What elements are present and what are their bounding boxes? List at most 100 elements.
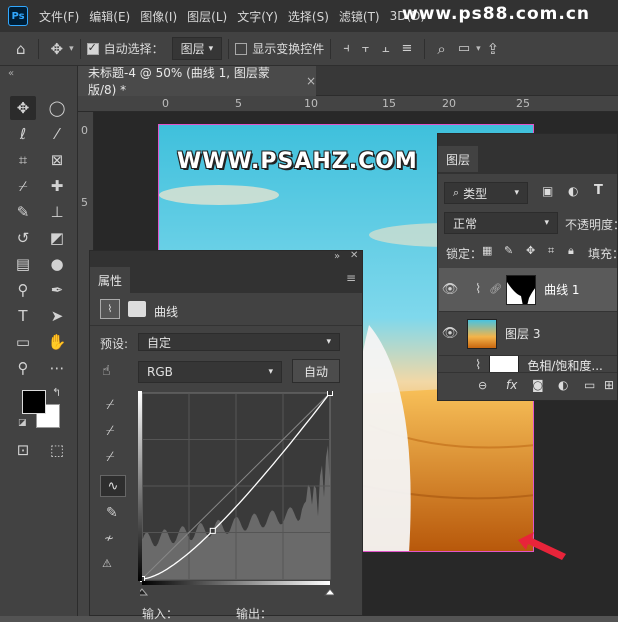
auto-select-dropdown[interactable]: 图层 ▾: [171, 37, 223, 60]
close-icon[interactable]: ✕: [350, 250, 358, 261]
eraser-tool-icon[interactable]: ◩: [44, 226, 70, 250]
menu-select[interactable]: 选择(S): [283, 8, 334, 25]
watermark-text: www.ps88.com.cn: [402, 4, 590, 24]
black-slider-handle[interactable]: [140, 588, 149, 596]
black-point-eyedropper-icon[interactable]: ⌿: [106, 397, 114, 413]
close-icon[interactable]: ×: [306, 74, 316, 88]
home-icon[interactable]: ⌂: [10, 40, 32, 58]
new-adjustment-icon[interactable]: ◐: [558, 378, 568, 392]
adjustment-filter-icon[interactable]: ◐: [568, 184, 578, 198]
options-bar: ⌂ ✥ ▾ 自动选择： 图层 ▾ 显示变换控件 ⫞ ⫟ ⫠ ≡ ⌕ ▭ ▾ ⇪: [0, 32, 618, 66]
preset-dropdown[interactable]: 自定 ▾: [138, 333, 340, 351]
gray-point-eyedropper-icon[interactable]: ⌿: [106, 423, 114, 439]
brush-tool-icon[interactable]: ✎: [10, 200, 36, 224]
curve-control-point[interactable]: [209, 527, 216, 534]
lock-artboard-icon[interactable]: ⌗: [548, 244, 554, 258]
pencil-tool-icon[interactable]: ✎: [106, 505, 118, 521]
layer-row[interactable]: 👁︎ ⌇ 🔗︎ 曲线 1: [439, 268, 617, 312]
rectangle-tool-icon[interactable]: ▭: [10, 330, 36, 354]
lock-all-icon[interactable]: 🔒︎: [568, 244, 574, 258]
more-tools-icon[interactable]: ⋯: [44, 356, 70, 380]
gradient-tool-icon[interactable]: ▤: [10, 252, 36, 276]
menu-type[interactable]: 文字(Y): [232, 8, 283, 25]
smooth-curve-icon[interactable]: ≁: [104, 531, 114, 545]
clipping-warning-icon[interactable]: ⚠: [102, 557, 112, 570]
white-point-eyedropper-icon[interactable]: ⌿: [106, 449, 114, 465]
layers-title: 图层: [446, 152, 471, 167]
new-group-icon[interactable]: ▭: [584, 378, 595, 392]
history-brush-tool-icon[interactable]: ↺: [10, 226, 36, 250]
panel-menu-icon[interactable]: ≡: [346, 271, 356, 285]
auto-select-checkbox[interactable]: [86, 41, 99, 55]
lock-transparent-icon[interactable]: ▦: [482, 244, 492, 257]
hand-tool-icon[interactable]: ✋: [44, 330, 70, 354]
properties-tab[interactable]: 属性: [90, 267, 131, 293]
target-adjust-icon[interactable]: ☝: [102, 363, 111, 379]
show-transform-checkbox[interactable]: [235, 42, 248, 55]
menu-image[interactable]: 图像(I): [135, 8, 182, 25]
workspace-icon[interactable]: ▭: [452, 41, 476, 56]
move-tool-icon[interactable]: ✥: [45, 40, 70, 58]
move-tool-icon[interactable]: ✥: [10, 96, 36, 120]
menu-file[interactable]: 文件(F): [34, 8, 84, 25]
layer-mask-thumbnail[interactable]: [506, 274, 537, 305]
link-layers-icon[interactable]: ⊖: [478, 379, 487, 392]
frame-tool-icon[interactable]: ⊠: [44, 148, 70, 172]
layers-tab[interactable]: 图层: [438, 146, 479, 172]
align-center-icon[interactable]: ⫟: [356, 41, 376, 56]
link-icon[interactable]: 🔗︎: [489, 284, 502, 295]
align-right-icon[interactable]: ⫠: [376, 41, 396, 56]
quick-mask-icon[interactable]: ⊡: [10, 438, 36, 462]
magic-wand-tool-icon[interactable]: ⁄: [44, 122, 70, 146]
layer-filter-dropdown[interactable]: ⌕ 类型 ▾: [444, 182, 528, 204]
share-icon[interactable]: ⇪: [481, 40, 506, 58]
screen-mode-icon[interactable]: ⬚: [44, 438, 70, 462]
healing-brush-tool-icon[interactable]: ✚: [44, 174, 70, 198]
menu-filter[interactable]: 滤镜(T): [334, 8, 385, 25]
marquee-tool-icon[interactable]: ◯: [44, 96, 70, 120]
layer-filter-value: 类型: [463, 186, 488, 201]
zoom-tool-icon[interactable]: ⚲: [10, 356, 36, 380]
add-mask-icon[interactable]: ◙: [532, 378, 544, 392]
blur-tool-icon[interactable]: ●: [44, 252, 70, 276]
align-left-icon[interactable]: ⫞: [337, 41, 356, 56]
menu-layer[interactable]: 图层(L): [182, 8, 232, 25]
auto-button[interactable]: 自动: [292, 359, 340, 383]
visibility-eye-icon[interactable]: 👁︎: [439, 326, 461, 341]
channel-dropdown[interactable]: RGB ▾: [138, 361, 282, 383]
path-selection-tool-icon[interactable]: ➤: [44, 304, 70, 328]
ruler-mark: 10: [304, 97, 318, 110]
stamp-tool-icon[interactable]: ⊥: [44, 200, 70, 224]
mask-icon[interactable]: [128, 301, 146, 317]
layer-row[interactable]: 👁︎ 图层 3: [439, 312, 617, 356]
document-tab[interactable]: 未标题-4 @ 50% (曲线 1, 图层蒙版/8) * ×: [78, 66, 316, 97]
type-filter-icon[interactable]: T: [594, 183, 603, 198]
blend-mode-dropdown[interactable]: 正常 ▾: [444, 212, 558, 234]
curve-control-point[interactable]: [327, 391, 333, 396]
eyedropper-tool-icon[interactable]: ⌿: [10, 174, 36, 198]
type-tool-icon[interactable]: T: [10, 304, 36, 328]
curves-graph[interactable]: [140, 391, 334, 597]
search-icon[interactable]: ⌕: [431, 40, 451, 58]
white-slider-handle[interactable]: [323, 588, 334, 596]
curves-adjustment-icon[interactable]: ⌇: [100, 299, 120, 319]
crop-tool-icon[interactable]: ⌗: [10, 148, 36, 172]
default-colors-icon[interactable]: ◪: [18, 418, 27, 428]
fx-icon[interactable]: fx: [506, 378, 517, 392]
lock-image-icon[interactable]: ✎: [504, 244, 513, 257]
photoshop-logo-icon[interactable]: Ps: [8, 6, 28, 26]
chevron-down-icon[interactable]: ▾: [69, 44, 74, 54]
collapse-icon[interactable]: »: [334, 251, 340, 262]
lasso-tool-icon[interactable]: ℓ: [10, 122, 36, 146]
curve-point-tool-icon[interactable]: ∿: [100, 475, 126, 497]
dodge-tool-icon[interactable]: ⚲: [10, 278, 36, 302]
pen-tool-icon[interactable]: ✒: [44, 278, 70, 302]
distribute-icon[interactable]: ≡: [396, 41, 419, 56]
lock-position-icon[interactable]: ✥: [526, 244, 535, 257]
menu-edit[interactable]: 编辑(E): [84, 8, 135, 25]
new-layer-icon[interactable]: ⊞: [604, 378, 614, 392]
collapse-icon[interactable]: «: [8, 68, 14, 79]
swap-colors-icon[interactable]: ↰: [52, 386, 61, 399]
visibility-eye-icon[interactable]: 👁︎: [439, 282, 461, 297]
pixel-filter-icon[interactable]: ▣: [542, 184, 553, 198]
